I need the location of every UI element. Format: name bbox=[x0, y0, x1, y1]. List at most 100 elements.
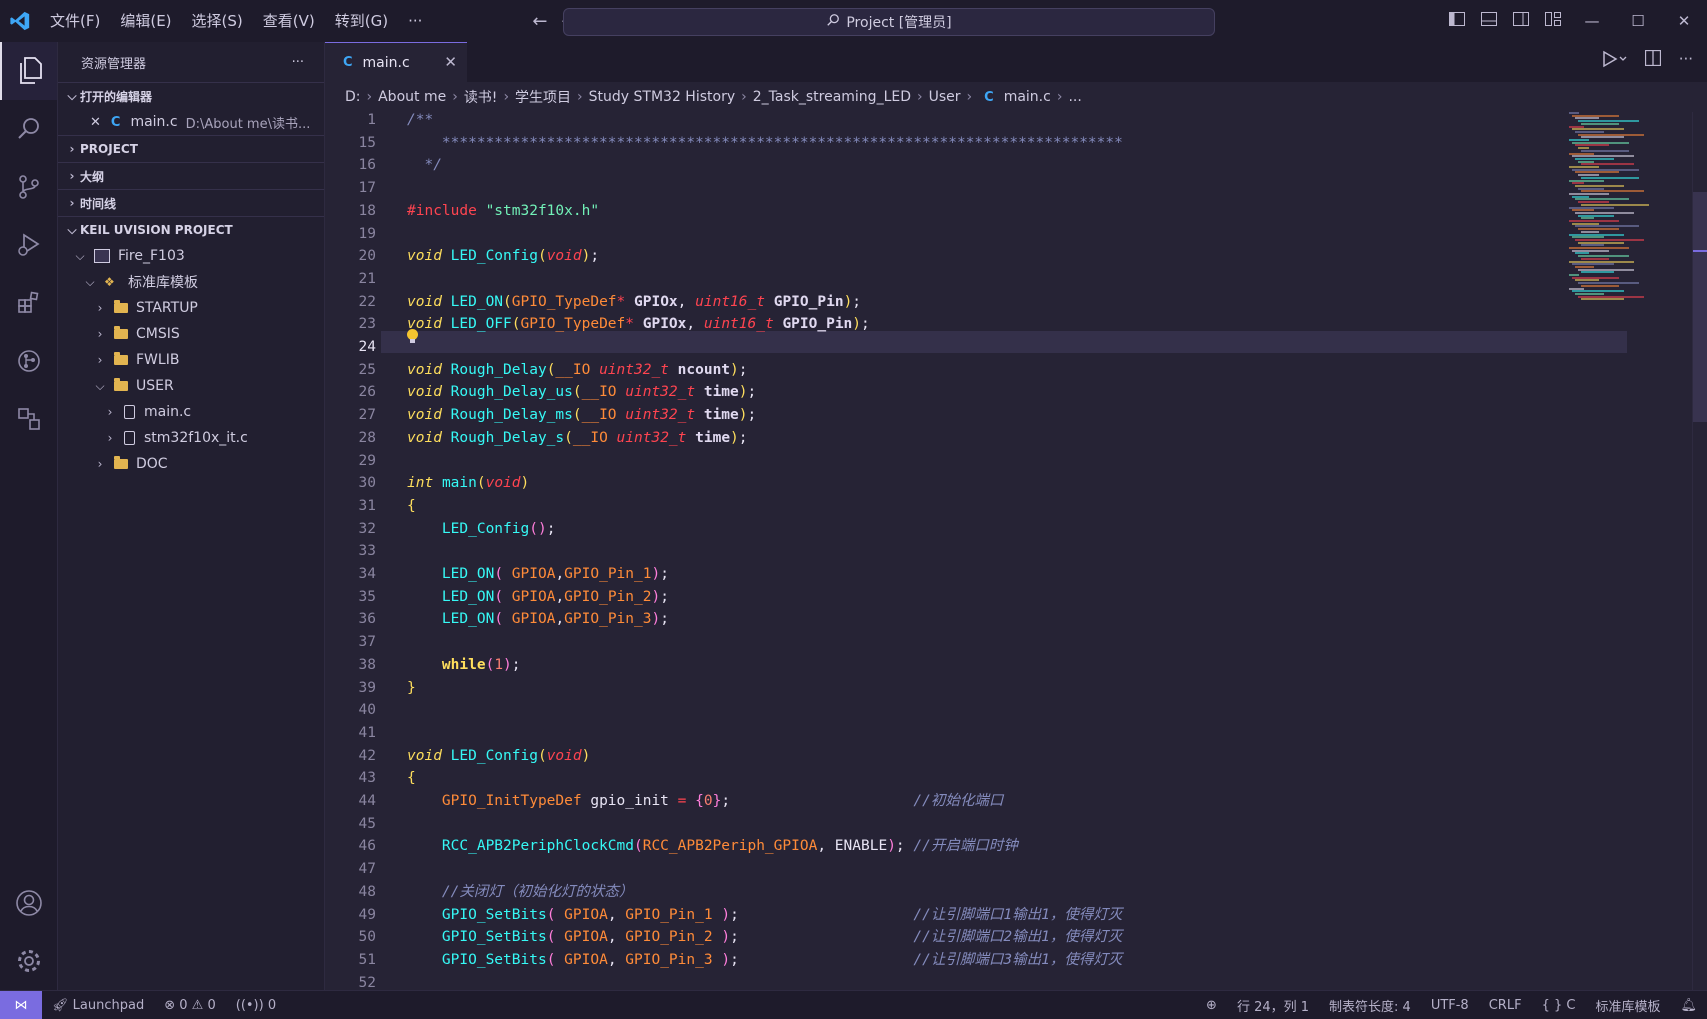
close-editor-icon[interactable]: ✕ bbox=[90, 115, 101, 130]
file-icon bbox=[124, 405, 135, 419]
minimap-line bbox=[1575, 265, 1594, 268]
editor-scrollbar[interactable] bbox=[1692, 112, 1707, 990]
cursor-position[interactable]: 行 24，列 1 bbox=[1227, 996, 1319, 1015]
section-outline[interactable]: › 大纲 bbox=[58, 162, 324, 189]
breadcrumb-item[interactable]: 读书! bbox=[464, 87, 498, 107]
breadcrumb-item[interactable]: ... bbox=[1068, 89, 1081, 105]
settings-gear-icon[interactable] bbox=[0, 932, 57, 990]
customize-layout-icon[interactable] bbox=[1537, 12, 1569, 30]
breadcrumb-item[interactable]: 学生项目 bbox=[515, 87, 571, 107]
code-line: 46 RCC_APB2PeriphClockCmd(RCC_APB2Periph… bbox=[325, 835, 1655, 858]
tree-item-cmsis[interactable]: › CMSIS bbox=[58, 321, 324, 347]
back-arrow-icon[interactable]: ← bbox=[532, 11, 547, 32]
tree-item-doc[interactable]: › DOC bbox=[58, 451, 324, 477]
zoom-icon[interactable]: ⊕ bbox=[1196, 998, 1227, 1013]
tab-size[interactable]: 制表符长度: 4 bbox=[1319, 996, 1421, 1015]
line-number: 24 bbox=[358, 339, 376, 355]
minimap[interactable] bbox=[1569, 112, 1669, 312]
file-icon bbox=[124, 431, 135, 445]
minimize-icon[interactable]: — bbox=[1569, 12, 1615, 30]
maximize-icon[interactable]: ☐ bbox=[1615, 12, 1661, 30]
section-open-editors[interactable]: ⌵ 打开的编辑器 bbox=[58, 82, 324, 109]
search-view-icon[interactable] bbox=[0, 100, 57, 158]
tree-item-label: Fire_F103 bbox=[118, 248, 185, 264]
tree-item-group[interactable]: ⌵ ❖ 标准库模板 bbox=[58, 269, 324, 295]
minimap-line bbox=[1581, 271, 1614, 274]
toggle-panel-icon[interactable] bbox=[1473, 12, 1505, 30]
minimap-line bbox=[1575, 198, 1629, 201]
toggle-primary-sidebar-icon[interactable] bbox=[1441, 12, 1473, 30]
tree-item-it-c[interactable]: › stm32f10x_it.c bbox=[58, 425, 324, 451]
ports-item[interactable]: ((•)) 0 bbox=[226, 998, 286, 1013]
code-line: 22 void LED_ON(GPIO_TypeDef* GPIOx, uint1… bbox=[325, 291, 1655, 314]
minimap-line bbox=[1581, 203, 1649, 206]
code-line: 37 bbox=[325, 631, 1655, 654]
explorer-icon[interactable] bbox=[0, 42, 57, 100]
line-number: 31 bbox=[358, 497, 376, 514]
language-mode[interactable]: { } C bbox=[1532, 998, 1586, 1013]
tree-item-fwlib[interactable]: › FWLIB bbox=[58, 347, 324, 373]
tree-item-user[interactable]: ⌵ USER bbox=[58, 373, 324, 399]
minimap-line bbox=[1572, 249, 1609, 252]
breadcrumb-item[interactable]: main.c bbox=[1004, 89, 1051, 105]
tree-item-main-c[interactable]: › main.c bbox=[58, 399, 324, 425]
editor-tab-bar: C main.c ✕ ··· bbox=[325, 42, 1707, 82]
menu-file[interactable]: 文件(F) bbox=[40, 0, 110, 42]
split-editor-icon[interactable] bbox=[1644, 49, 1661, 72]
minimap-line bbox=[1569, 179, 1604, 182]
status-right: ⊕ 行 24，列 1 制表符长度: 4 UTF-8 CRLF { } C 标准库… bbox=[1196, 996, 1707, 1015]
git-graph-icon[interactable] bbox=[0, 332, 57, 390]
tab-main-c[interactable]: C main.c ✕ bbox=[325, 42, 467, 82]
extensions-icon[interactable] bbox=[0, 274, 57, 332]
breadcrumb-item[interactable]: 2_Task_streaming_LED bbox=[753, 89, 911, 105]
menu-edit[interactable]: 编辑(E) bbox=[110, 0, 181, 42]
remote-indicator-icon[interactable]: ⋈ bbox=[0, 991, 42, 1019]
notifications-bell-icon[interactable]: 🔔︎ bbox=[1670, 998, 1707, 1013]
code-line: 43 { bbox=[325, 767, 1655, 790]
code-line: 19 bbox=[325, 223, 1655, 246]
code-text: void LED_OFF(GPIO_TypeDef* GPIOx, uint16… bbox=[407, 316, 870, 333]
close-window-icon[interactable]: ✕ bbox=[1661, 12, 1707, 30]
command-center-search[interactable]: Project [管理员] bbox=[563, 8, 1215, 36]
minimap-line bbox=[1581, 298, 1624, 301]
code-line: 17 bbox=[325, 177, 1655, 200]
tree-item-startup[interactable]: › STARTUP bbox=[58, 295, 324, 321]
project-icon bbox=[94, 249, 110, 263]
line-number: 51 bbox=[358, 951, 376, 968]
problems-item[interactable]: ⊗ 0 ⚠ 0 bbox=[154, 998, 226, 1013]
menu-selection[interactable]: 选择(S) bbox=[182, 0, 253, 42]
menu-go[interactable]: 转到(G) bbox=[325, 0, 398, 42]
sidebar-more-button[interactable]: ··· bbox=[292, 55, 304, 70]
breadcrumb-item[interactable]: User bbox=[929, 89, 961, 105]
minimap-line bbox=[1572, 290, 1624, 293]
source-control-icon[interactable] bbox=[0, 158, 57, 216]
code-editor[interactable]: 1 /** 15 *********************************… bbox=[325, 112, 1707, 990]
section-keil-project[interactable]: ⌵ KEIL UVISION PROJECT bbox=[58, 216, 324, 243]
section-timeline[interactable]: › 时间线 bbox=[58, 189, 324, 216]
tree-item-fire-f103[interactable]: ⌵ Fire_F103 bbox=[58, 243, 324, 269]
code-text: ****************************************… bbox=[407, 134, 1123, 151]
lightbulb-icon[interactable] bbox=[407, 329, 418, 343]
toggle-secondary-sidebar-icon[interactable] bbox=[1505, 12, 1537, 30]
launchpad-item[interactable]: 🚀︎ Launchpad bbox=[42, 998, 154, 1013]
file-encoding[interactable]: UTF-8 bbox=[1421, 998, 1479, 1013]
breadcrumb-item[interactable]: D: bbox=[345, 89, 361, 105]
remote-explorer-icon[interactable] bbox=[0, 390, 57, 448]
open-editor-item-main-c[interactable]: ✕ C main.c D:\About me\读书... bbox=[58, 109, 324, 135]
minimap-line bbox=[1575, 171, 1619, 174]
line-ending[interactable]: CRLF bbox=[1479, 998, 1532, 1013]
minimap-line bbox=[1578, 201, 1609, 204]
run-debug-icon[interactable] bbox=[0, 216, 57, 274]
section-project[interactable]: › PROJECT bbox=[58, 135, 324, 162]
run-code-icon[interactable] bbox=[1601, 50, 1627, 72]
menu-more[interactable]: ··· bbox=[398, 0, 432, 42]
menu-view[interactable]: 查看(V) bbox=[253, 0, 325, 42]
close-tab-icon[interactable]: ✕ bbox=[444, 53, 457, 71]
code-text: LED_Config(); bbox=[441, 520, 556, 537]
breadcrumb-item[interactable]: Study STM32 History bbox=[589, 89, 735, 105]
editor-more-icon[interactable]: ··· bbox=[1679, 50, 1693, 72]
build-target[interactable]: 标准库模板 bbox=[1585, 996, 1670, 1015]
accounts-icon[interactable] bbox=[0, 874, 57, 932]
scrollbar-thumb[interactable] bbox=[1693, 192, 1707, 422]
breadcrumb-item[interactable]: About me bbox=[378, 89, 446, 105]
